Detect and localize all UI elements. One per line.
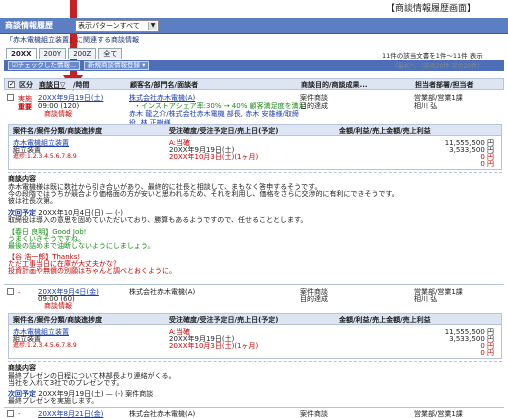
tab-20xx[interactable]: 20XX bbox=[6, 48, 37, 59]
pattern-select[interactable]: 表示パターンすべて ▼ bbox=[75, 20, 159, 32]
next-plan-note: 取締役は導入の意思を固めていただいており、勝算もあるようですので、任せることとし… bbox=[8, 216, 308, 224]
tab-200y[interactable]: 200Y bbox=[38, 48, 67, 59]
record-3: - 20XX年8月21日(金) 株式会社赤木電機(A) 案件商談 営業部/営業1… bbox=[4, 409, 504, 418]
record-customer: 株式会社赤木電機(A) bbox=[129, 288, 196, 296]
app-title: 商談情報履歴 bbox=[5, 21, 53, 30]
row-divider bbox=[4, 284, 504, 285]
memo-line: 当社を入れて3社でのプレゼンです。 bbox=[8, 379, 124, 387]
pager[interactable]: 《最初へ 〈前の20件 次の20件〉 bbox=[392, 63, 483, 71]
record-result: 目的達成 bbox=[300, 102, 328, 110]
result-count: 11件の該当文書を1件～11件 表示 bbox=[382, 52, 483, 60]
record-dept: 営業部/営業1課 bbox=[414, 410, 463, 418]
col-date[interactable]: 商談日▽ bbox=[39, 81, 65, 90]
deal-progress: 進捗:1.2.3.4.5.6.7.8.9 bbox=[13, 342, 77, 349]
deal-sales-date: 20XX年10月3日(土)(1ヶ月) bbox=[169, 153, 259, 161]
col-purpose[interactable]: 商談目的/商談成果... bbox=[301, 81, 368, 90]
column-header: 区分 商談日▽ /時間 顧客名/部門名/面談者 商談目的/商談成果... 担当者… bbox=[4, 78, 504, 90]
deal-table-1: 案件名/案件分類/商談進捗度 受注確度/受注予定日/売上日(予定) 金額/利益/… bbox=[8, 124, 502, 170]
page-caption: 【商談情報履歴画面】 bbox=[386, 4, 477, 14]
record-checkbox[interactable] bbox=[7, 94, 14, 101]
record-checkbox[interactable] bbox=[7, 288, 14, 295]
deal-col-amount: 金額/利益/売上金額/売上利益 bbox=[339, 127, 431, 135]
record-date[interactable]: 20XX年8月21日(金) bbox=[38, 410, 103, 418]
record-status: - bbox=[18, 410, 21, 418]
sub-title: 「赤木電機組立装置」に関連する商談情報 bbox=[6, 36, 139, 44]
col-customer[interactable]: 顧客名/部門名/面談者 bbox=[130, 81, 198, 90]
deal-sales-date: 20XX年10月3日(土)(1ヶ月) bbox=[169, 342, 259, 350]
record-type: 商談情報 bbox=[44, 110, 72, 118]
chevron-down-icon: ▼ bbox=[148, 22, 157, 30]
tab-all[interactable]: 全て bbox=[98, 48, 123, 59]
deal-col-name: 案件名/案件分類/商談進捗度 bbox=[13, 316, 103, 324]
record-staff: 相川 弘 bbox=[414, 295, 438, 303]
col-time[interactable]: /時間 bbox=[73, 81, 90, 90]
next-plan-note: 最終プレゼンを実施します。 bbox=[8, 397, 99, 405]
record-customer: 株式会社赤木電機(A) bbox=[129, 410, 196, 418]
deal-sales-profit: 0 円 bbox=[480, 349, 494, 357]
record-purpose: 案件商談 bbox=[300, 410, 328, 418]
comment-2-line: 投資計画や無償の別願はちゃんと調べとおくように。 bbox=[8, 267, 176, 275]
checked-action-button[interactable]: ☑チェックした情報... bbox=[8, 61, 81, 70]
comment-1-line: 最後の詰めまで油断しないようにしましょう。 bbox=[8, 242, 155, 250]
deal-col-amount: 金額/利益/売上金額/売上利益 bbox=[339, 316, 431, 324]
memo-line: 彼は社長次第。 bbox=[8, 197, 57, 205]
record-result: 目的達成 bbox=[300, 295, 328, 303]
select-all-checkbox[interactable] bbox=[8, 80, 15, 89]
year-tabs: 20XX 200Y 200Z 全て bbox=[6, 48, 123, 59]
row-divider bbox=[4, 407, 504, 408]
record-checkbox[interactable] bbox=[7, 410, 14, 417]
record-importance: 重要 bbox=[18, 103, 32, 111]
record-status: - bbox=[18, 289, 21, 297]
pattern-select-value: 表示パターンすべて bbox=[78, 22, 140, 30]
deal-sales-profit: 0 円 bbox=[480, 160, 494, 168]
tab-200z[interactable]: 200Z bbox=[68, 48, 97, 59]
deal-col-order: 受注確度/受注予定日/売上日(予定) bbox=[169, 316, 279, 324]
deal-col-name: 案件名/案件分類/商談進捗度 bbox=[13, 127, 103, 135]
deal-col-order: 受注確度/受注予定日/売上日(予定) bbox=[169, 127, 279, 135]
new-registration-button[interactable]: 新規商談情報登録 ▾ bbox=[84, 61, 150, 70]
deal-table-2: 案件名/案件分類/商談進捗度 受注確度/受注予定日/売上日(予定) 金額/利益/… bbox=[8, 313, 502, 359]
record-staff: 相川 弘 bbox=[414, 102, 438, 110]
deal-table-header: 案件名/案件分類/商談進捗度 受注確度/受注予定日/売上日(予定) 金額/利益/… bbox=[9, 314, 501, 325]
memo-line: 今の段階ではうちが競合より価格面の方が安いと思われるため、それを利用し、価格をさ… bbox=[8, 190, 399, 198]
record-memo-1: 商談内容 赤木電機様は既に数社から引き合いがあり、最終的に社長と相談して、まもな… bbox=[8, 172, 502, 275]
col-person[interactable]: 担当者部署/担当者 bbox=[415, 81, 474, 90]
deal-progress: 進捗:1.2.3.4.5.6.7.8.9 bbox=[13, 153, 77, 160]
record-memo-2: 商談内容 最終プレゼンの日程について林部長より連絡がくる。 当社を入れて3社での… bbox=[8, 361, 502, 405]
col-kubun[interactable]: 区分 bbox=[19, 81, 33, 90]
deal-table-header: 案件名/案件分類/商談進捗度 受注確度/受注予定日/売上日(予定) 金額/利益/… bbox=[9, 125, 501, 136]
record-type: 商談情報 bbox=[44, 302, 72, 310]
app-header: 商談情報履歴 表示パターンすべて ▼ bbox=[0, 18, 508, 34]
